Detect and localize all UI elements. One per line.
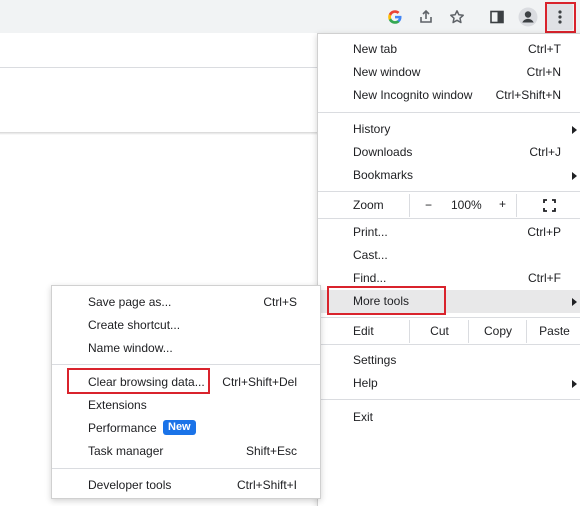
copy-button[interactable]: Copy xyxy=(468,320,527,343)
fullscreen-icon xyxy=(543,199,556,212)
menu-item-label: New Incognito window xyxy=(353,88,473,102)
more-tools-highlight xyxy=(327,286,446,315)
menu-separator xyxy=(318,191,580,192)
menu-item-shortcut: Ctrl+Shift+I xyxy=(236,478,297,492)
menu-item-shortcut: Shift+Esc xyxy=(245,444,297,458)
menu-item-print[interactable]: Print... Ctrl+P xyxy=(318,221,580,244)
menu-item-label: Bookmarks xyxy=(353,168,414,182)
menu-item-label: Help xyxy=(353,376,378,390)
share-icon[interactable] xyxy=(415,6,437,28)
side-panel-icon[interactable] xyxy=(486,6,508,28)
menu-item-history[interactable]: History xyxy=(318,118,580,141)
menu-item-downloads[interactable]: Downloads Ctrl+J xyxy=(318,141,580,164)
menu-separator xyxy=(318,317,580,318)
browser-toolbar xyxy=(0,0,580,33)
menu-item-shortcut: Ctrl+T xyxy=(528,42,561,56)
menu-separator xyxy=(318,399,580,400)
menu-item-label: New window xyxy=(353,65,421,79)
bookmark-star-icon[interactable] xyxy=(446,6,468,28)
menu-item-label: New tab xyxy=(353,42,398,56)
zoom-in-button[interactable]: + xyxy=(499,197,506,211)
submenu-item-save-page[interactable]: Save page as... Ctrl+S xyxy=(52,291,320,314)
menu-item-label: Cast... xyxy=(353,248,388,262)
submenu-arrow-icon xyxy=(572,380,577,388)
zoom-level: 100% xyxy=(451,198,482,212)
menu-button-highlight xyxy=(545,2,576,33)
menu-item-label: Save page as... xyxy=(88,295,172,309)
page-shadow xyxy=(0,132,318,135)
menu-item-shortcut: Ctrl+Shift+Del xyxy=(222,375,297,389)
menu-item-label: Find... xyxy=(353,271,387,285)
menu-item-shortcut: Ctrl+S xyxy=(263,295,297,309)
menu-item-label: Task manager xyxy=(88,444,164,458)
menu-item-shortcut: Ctrl+P xyxy=(527,225,561,239)
zoom-label: Zoom xyxy=(353,198,384,212)
menu-item-label: History xyxy=(353,122,391,136)
page-divider xyxy=(0,67,318,68)
chrome-main-menu: New tab Ctrl+T New window Ctrl+N New Inc… xyxy=(317,33,580,506)
clear-browsing-data-highlight xyxy=(67,368,210,394)
menu-item-label: Name window... xyxy=(88,341,173,355)
menu-item-label: Create shortcut... xyxy=(88,318,181,332)
paste-button[interactable]: Paste xyxy=(526,320,580,343)
submenu-arrow-icon xyxy=(572,298,577,306)
menu-separator xyxy=(318,218,580,219)
edit-label: Edit xyxy=(353,324,374,338)
menu-item-label: Exit xyxy=(353,410,374,424)
submenu-item-name-window[interactable]: Name window... xyxy=(52,337,320,360)
menu-separator xyxy=(52,364,320,365)
submenu-item-task-manager[interactable]: Task manager Shift+Esc xyxy=(52,440,320,463)
menu-item-help[interactable]: Help xyxy=(318,372,580,395)
submenu-item-developer-tools[interactable]: Developer tools Ctrl+Shift+I xyxy=(52,474,320,497)
menu-item-cast[interactable]: Cast... xyxy=(318,244,580,267)
submenu-item-create-shortcut[interactable]: Create shortcut... xyxy=(52,314,320,337)
submenu-arrow-icon xyxy=(572,172,577,180)
menu-item-shortcut: Ctrl+N xyxy=(526,65,561,79)
menu-item-shortcut: Ctrl+F xyxy=(528,271,561,285)
menu-item-exit[interactable]: Exit xyxy=(318,406,580,429)
menu-item-shortcut: Ctrl+Shift+N xyxy=(495,88,561,102)
page-content xyxy=(0,33,318,133)
menu-item-new-window[interactable]: New window Ctrl+N xyxy=(318,61,580,84)
submenu-item-extensions[interactable]: Extensions xyxy=(52,394,320,417)
fullscreen-button[interactable] xyxy=(516,194,580,217)
submenu-arrow-icon xyxy=(572,126,577,134)
menu-separator xyxy=(318,344,580,345)
menu-item-edit: Edit Cut Copy Paste xyxy=(318,320,580,343)
menu-separator xyxy=(52,468,320,469)
menu-item-shortcut: Ctrl+J xyxy=(529,145,561,159)
menu-item-label: Performance xyxy=(88,421,157,435)
menu-item-label: Extensions xyxy=(88,398,147,412)
submenu-item-performance[interactable]: Performance New xyxy=(52,417,320,440)
menu-item-label: Settings xyxy=(353,353,397,367)
menu-item-zoom: Zoom − 100% + xyxy=(318,194,580,217)
menu-item-settings[interactable]: Settings xyxy=(318,349,580,372)
new-badge: New xyxy=(163,420,196,435)
cut-button[interactable]: Cut xyxy=(409,320,469,343)
menu-item-label: Print... xyxy=(353,225,388,239)
menu-item-new-tab[interactable]: New tab Ctrl+T xyxy=(318,38,580,61)
zoom-controls: − 100% + xyxy=(409,194,517,217)
menu-item-bookmarks[interactable]: Bookmarks xyxy=(318,164,580,187)
menu-item-label: Developer tools xyxy=(88,478,172,492)
menu-item-new-incognito-window[interactable]: New Incognito window Ctrl+Shift+N xyxy=(318,84,580,107)
menu-separator xyxy=(318,112,580,113)
profile-avatar-icon[interactable] xyxy=(517,6,539,28)
zoom-out-button[interactable]: − xyxy=(425,198,432,212)
google-icon[interactable] xyxy=(384,6,406,28)
menu-item-label: Downloads xyxy=(353,145,413,159)
